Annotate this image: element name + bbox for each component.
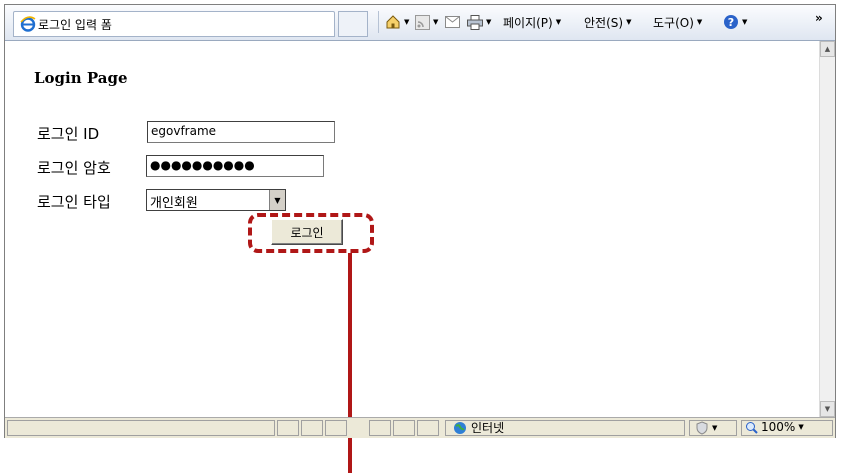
status-text-area [7,420,275,436]
login-id-label: 로그인 ID [37,125,100,143]
status-segment [393,420,415,436]
scroll-up-icon[interactable]: ▲ [820,41,835,57]
scroll-down-icon[interactable]: ▼ [820,401,835,417]
zoom-icon [746,421,758,434]
mail-button[interactable] [445,11,460,33]
password-input[interactable]: ●●●●●●●●●● [146,155,324,177]
annotation-line [348,253,352,473]
browser-toolbar: 로그인 입력 폼 ▼ ▼ ▼ 페이지(P) ▼ 안전(S) ▼ 도구(O) ▼ … [5,5,835,41]
globe-icon [454,421,466,434]
protected-mode-button[interactable]: ▼ [695,420,717,436]
overflow-label: » [815,11,823,25]
mail-icon [445,16,460,28]
security-zone[interactable]: 인터넷 [453,419,504,436]
chevron-down-icon: ▼ [433,18,439,26]
help-icon: ? [724,15,738,29]
browser-tab[interactable]: 로그인 입력 폼 [13,11,335,37]
chevron-down-icon: ▼ [626,18,632,26]
help-button[interactable]: ? ▼ [723,11,747,33]
feed-icon [415,14,430,30]
login-type-select[interactable]: 개인회원 ▼ [146,189,286,211]
safety-menu-label: 안전(S) [584,15,624,30]
toolbar-overflow-button[interactable]: » [815,7,823,29]
ie-logo-icon [20,16,36,32]
svg-text:?: ? [728,16,734,29]
toolbar-divider [378,11,379,33]
browser-window: 로그인 입력 폼 ▼ ▼ ▼ 페이지(P) ▼ 안전(S) ▼ 도구(O) ▼ … [4,4,836,473]
zoom-control[interactable]: 100% ▼ [745,420,804,434]
chevron-down-icon: ▼ [696,18,703,26]
chevron-down-icon: ▼ [798,423,804,431]
tools-menu[interactable]: 도구(O) ▼ [653,11,702,33]
chevron-down-icon: ▼ [742,18,748,26]
shield-icon [696,421,708,435]
login-id-input[interactable]: egovframe [147,121,335,143]
status-segment [301,420,323,436]
chevron-down-icon: ▼ [555,18,562,26]
login-type-label: 로그인 타입 [37,193,111,211]
vertical-scrollbar[interactable]: ▲ ▼ [819,41,835,417]
status-segment [277,420,299,436]
zone-label: 인터넷 [471,421,505,435]
tools-menu-label: 도구(O) [653,15,694,30]
dropdown-arrow-icon[interactable]: ▼ [269,190,285,210]
highlight-box [248,213,374,253]
feeds-button[interactable]: ▼ [415,11,438,33]
password-label: 로그인 암호 [37,159,111,177]
home-button[interactable]: ▼ [385,11,409,33]
status-segment [325,420,347,436]
print-icon [467,14,483,30]
print-button[interactable]: ▼ [467,11,491,33]
page-menu[interactable]: 페이지(P) ▼ [503,11,561,33]
status-segment [417,420,439,436]
status-bar: 인터넷 ▼ 100% ▼ [5,417,835,438]
tab-title: 로그인 입력 폼 [38,18,112,32]
new-tab-button[interactable] [338,11,368,37]
page-title: Login Page [34,69,128,87]
chevron-down-icon: ▼ [404,18,410,26]
home-icon [386,15,400,29]
zoom-level: 100% [761,420,796,434]
page-menu-label: 페이지(P) [503,15,553,30]
login-type-value: 개인회원 [150,196,198,211]
safety-menu[interactable]: 안전(S) ▼ [584,11,631,33]
chevron-down-icon: ▼ [712,424,718,432]
status-segment [369,420,391,436]
chevron-down-icon: ▼ [486,18,492,26]
page-content: Login Page 로그인 ID egovframe 로그인 암호 ●●●●●… [5,41,819,473]
